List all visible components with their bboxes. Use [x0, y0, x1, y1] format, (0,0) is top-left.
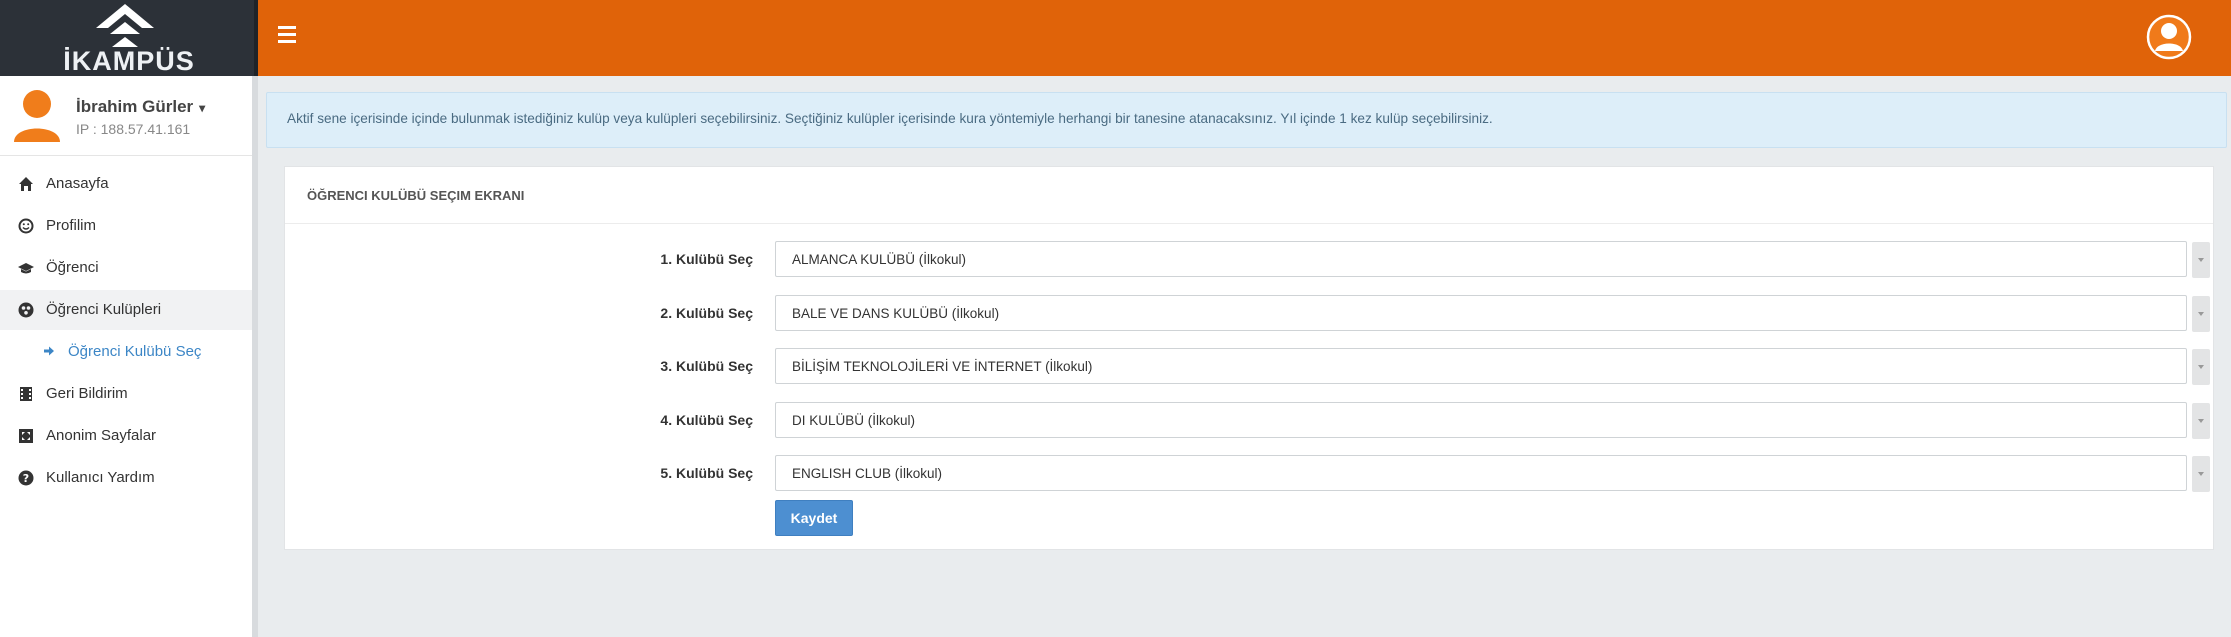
brand-name: İKAMPÜS	[63, 46, 195, 76]
club-choice-3-select[interactable]: BİLİŞİM TEKNOLOJİLERİ VE İNTERNET (İlkok…	[775, 348, 2210, 385]
chevron-down-icon[interactable]	[2192, 403, 2210, 439]
club-choice-2-label: 2. Kulübü Seç	[660, 305, 753, 321]
sidebar: İbrahim Gürler ▾ IP : 188.57.41.161 Anasa…	[0, 76, 258, 637]
club-selection-panel: ÖĞRENCI KULÜBÜ SEÇIM EKRANI 1. Kulübü Se…	[284, 166, 2214, 550]
club-choice-1-label: 1. Kulübü Seç	[660, 251, 753, 267]
sidebar-item-geri-bildirim[interactable]: Geri Bildirim	[0, 374, 252, 414]
chevron-down-icon[interactable]	[2192, 242, 2210, 278]
user-name: İbrahim Gürler	[76, 97, 194, 116]
panel-title: ÖĞRENCI KULÜBÜ SEÇIM EKRANI	[307, 188, 525, 203]
home-icon	[19, 177, 33, 191]
svg-text:?: ?	[23, 472, 29, 485]
avatar-icon	[14, 90, 60, 142]
sidebar-item-ogrenci-kulubu-sec[interactable]: Öğrenci Kulübü Seç	[0, 332, 252, 372]
club-choice-1-select[interactable]: ALMANCA KULÜBÜ (İlkokul)	[775, 241, 2210, 278]
info-alert: Aktif sene içerisinde içinde bulunmak is…	[266, 92, 2227, 148]
club-choice-5-value: ENGLISH CLUB (İlkokul)	[792, 466, 943, 481]
sidebar-item-label: Öğrenci Kulüpleri	[46, 301, 162, 318]
club-choice-3-value: BİLİŞİM TEKNOLOJİLERİ VE İNTERNET (İlkok…	[792, 359, 1093, 374]
sidebar-item-label: Anonim Sayfalar	[46, 427, 157, 444]
club-choice-5-select[interactable]: ENGLISH CLUB (İlkokul)	[775, 455, 2210, 492]
club-choice-1-value: ALMANCA KULÜBÜ (İlkokul)	[792, 252, 967, 267]
club-choice-4-select[interactable]: DI KULÜBÜ (İlkokul)	[775, 402, 2210, 439]
user-ip: IP : 188.57.41.161	[76, 121, 191, 137]
club-choice-2-select[interactable]: BALE VE DANS KULÜBÜ (İlkokul)	[775, 295, 2210, 332]
chevron-down-icon[interactable]	[2192, 456, 2210, 492]
expand-icon	[19, 429, 33, 443]
divider	[285, 223, 2213, 224]
club-choice-5-label: 5. Kulübü Seç	[660, 465, 753, 481]
graduation-cap-icon	[18, 263, 34, 274]
sidebar-item-profilim[interactable]: Profilim	[0, 206, 252, 246]
club-choice-4-value: DI KULÜBÜ (İlkokul)	[792, 413, 916, 428]
hamburger-menu-icon[interactable]	[278, 26, 298, 46]
caret-down-icon: ▾	[199, 101, 206, 115]
smile-icon	[18, 218, 34, 234]
chevron-down-icon[interactable]	[2192, 296, 2210, 332]
user-menu-toggle[interactable]: İbrahim Gürler ▾	[76, 97, 205, 117]
top-navbar: İKAMPÜS	[0, 0, 2231, 76]
sidebar-item-ogrenci[interactable]: Öğrenci	[0, 248, 252, 288]
club-choice-3-label: 3. Kulübü Seç	[660, 358, 753, 374]
sidebar-item-kullanici-yardim[interactable]: ? Kullanıcı Yardım	[0, 458, 252, 498]
question-circle-icon: ?	[18, 470, 34, 486]
user-profile-box: İbrahim Gürler ▾ IP : 188.57.41.161	[0, 76, 252, 156]
sidebar-item-label: Profilim	[46, 217, 97, 234]
ikampus-logo-icon	[96, 4, 154, 47]
sidebar-item-anonim-sayfalar[interactable]: Anonim Sayfalar	[0, 416, 252, 456]
save-button[interactable]: Kaydet	[775, 500, 853, 536]
film-icon	[20, 387, 32, 401]
user-avatar-icon[interactable]	[2146, 14, 2192, 60]
arrow-right-icon	[44, 346, 54, 356]
sidebar-item-label: Anasayfa	[46, 175, 109, 192]
brand-logo[interactable]: İKAMPÜS	[0, 0, 258, 76]
sidebar-item-label: Kullanıcı Yardım	[46, 469, 155, 486]
club-choice-2-value: BALE VE DANS KULÜBÜ (İlkokul)	[792, 306, 1000, 321]
info-alert-text: Aktif sene içerisinde içinde bulunmak is…	[287, 111, 1493, 126]
globe-icon	[18, 302, 34, 318]
sidebar-item-ogrenci-kulupleri[interactable]: Öğrenci Kulüpleri	[0, 290, 252, 330]
sidebar-item-label: Öğrenci Kulübü Seç	[68, 343, 202, 360]
club-choice-4-label: 4. Kulübü Seç	[660, 412, 753, 428]
chevron-down-icon[interactable]	[2192, 349, 2210, 385]
sidebar-item-label: Geri Bildirim	[46, 385, 128, 402]
sidebar-item-label: Öğrenci	[46, 259, 99, 276]
sidebar-item-anasayfa[interactable]: Anasayfa	[0, 164, 252, 204]
